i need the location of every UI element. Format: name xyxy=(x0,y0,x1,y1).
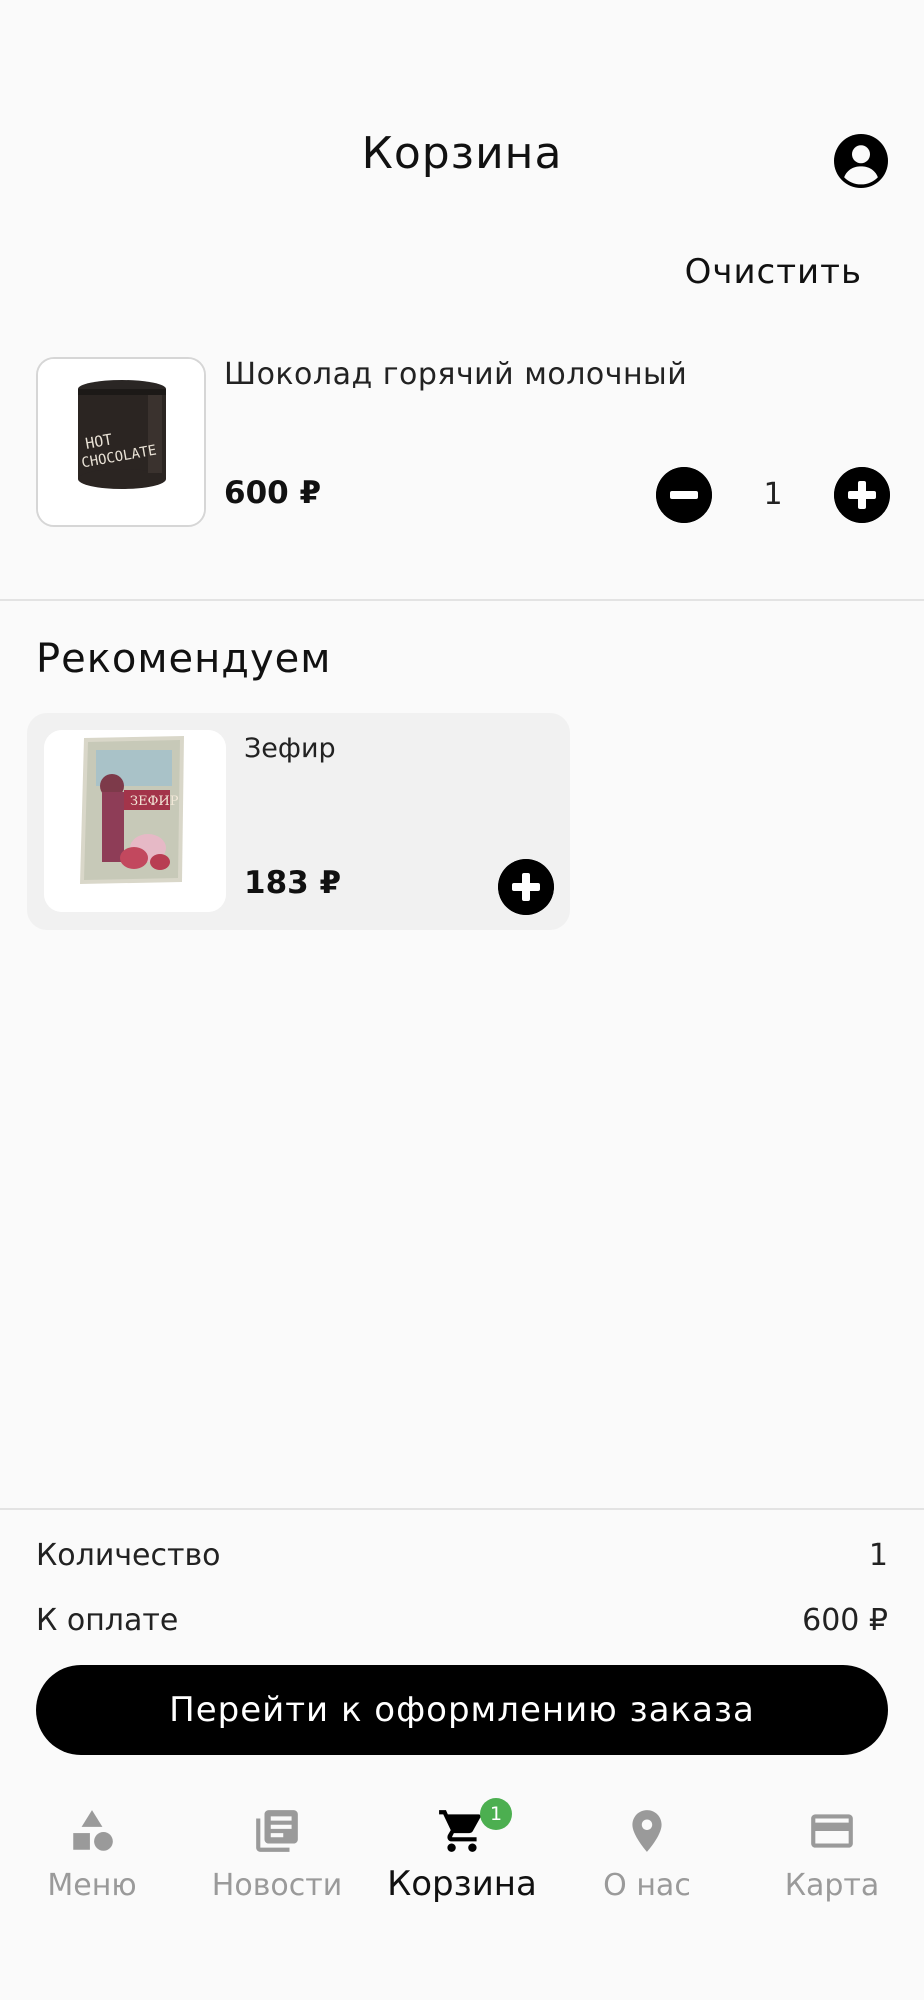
plus-circle-icon[interactable] xyxy=(498,859,554,915)
recommendation-name: Зефир xyxy=(244,733,336,764)
marshmallow-box-image: ЗЕФИР xyxy=(44,730,226,912)
summary-quantity-row: Количество 1 xyxy=(36,1538,888,1578)
nav-item-card[interactable]: Карта xyxy=(740,1790,924,1920)
total-amount: 600 ₽ xyxy=(802,1603,888,1638)
recommendations-title: Рекомендуем xyxy=(36,636,332,682)
location-pin-icon xyxy=(632,1810,662,1852)
total-label: К оплате xyxy=(36,1603,179,1638)
quantity-label: Количество xyxy=(36,1538,221,1573)
cart-item-price: 600 ₽ xyxy=(224,475,322,511)
nav-label: Карта xyxy=(784,1868,880,1903)
category-shapes-icon xyxy=(73,1810,113,1851)
bottom-navigation: Меню Новости 1 Корзина О нас Карта xyxy=(0,1790,924,1920)
box-label-text: ЗЕФИР xyxy=(130,794,179,809)
divider xyxy=(0,1508,924,1510)
nav-item-menu[interactable]: Меню xyxy=(0,1790,184,1920)
account-circle-icon[interactable] xyxy=(834,134,888,188)
divider xyxy=(0,599,924,601)
clear-cart-button[interactable]: Очистить xyxy=(685,252,862,292)
header: Корзина xyxy=(0,120,924,200)
nav-label: Меню xyxy=(47,1868,137,1903)
credit-card-icon xyxy=(811,1814,853,1848)
nav-item-news[interactable]: Новости xyxy=(185,1790,369,1920)
cart-item-name: Шоколад горячий молочный xyxy=(224,357,688,392)
nav-item-cart[interactable]: 1 Корзина xyxy=(370,1790,554,1920)
nav-label: Корзина xyxy=(387,1864,537,1904)
page-title: Корзина xyxy=(361,128,563,179)
summary-total-row: К оплате 600 ₽ xyxy=(36,1603,888,1643)
product-image: ЗЕФИР xyxy=(44,730,226,912)
quantity-total: 1 xyxy=(868,1538,888,1573)
recommendation-card[interactable]: ЗЕФИР Зефир 183 ₽ xyxy=(27,713,570,930)
cart-count-badge: 1 xyxy=(480,1798,512,1830)
plus-circle-icon[interactable] xyxy=(834,467,890,523)
checkout-button[interactable]: Перейти к оформлению заказа xyxy=(36,1665,888,1755)
recommendation-price: 183 ₽ xyxy=(244,865,342,901)
minus-circle-icon[interactable] xyxy=(656,467,712,523)
cart-screen: Корзина Очистить HOT CHOCOLATE Шоколад г… xyxy=(0,0,924,2000)
nav-label: О нас xyxy=(603,1868,691,1903)
product-image: HOT CHOCOLATE xyxy=(36,357,206,527)
nav-item-about[interactable]: О нас xyxy=(555,1790,739,1920)
hot-chocolate-jar-image: HOT CHOCOLATE xyxy=(38,359,204,525)
news-library-icon xyxy=(256,1810,298,1852)
cart-item: HOT CHOCOLATE Шоколад горячий молочный 6… xyxy=(36,357,890,527)
quantity-value: 1 xyxy=(763,477,783,512)
nav-label: Новости xyxy=(211,1868,343,1903)
